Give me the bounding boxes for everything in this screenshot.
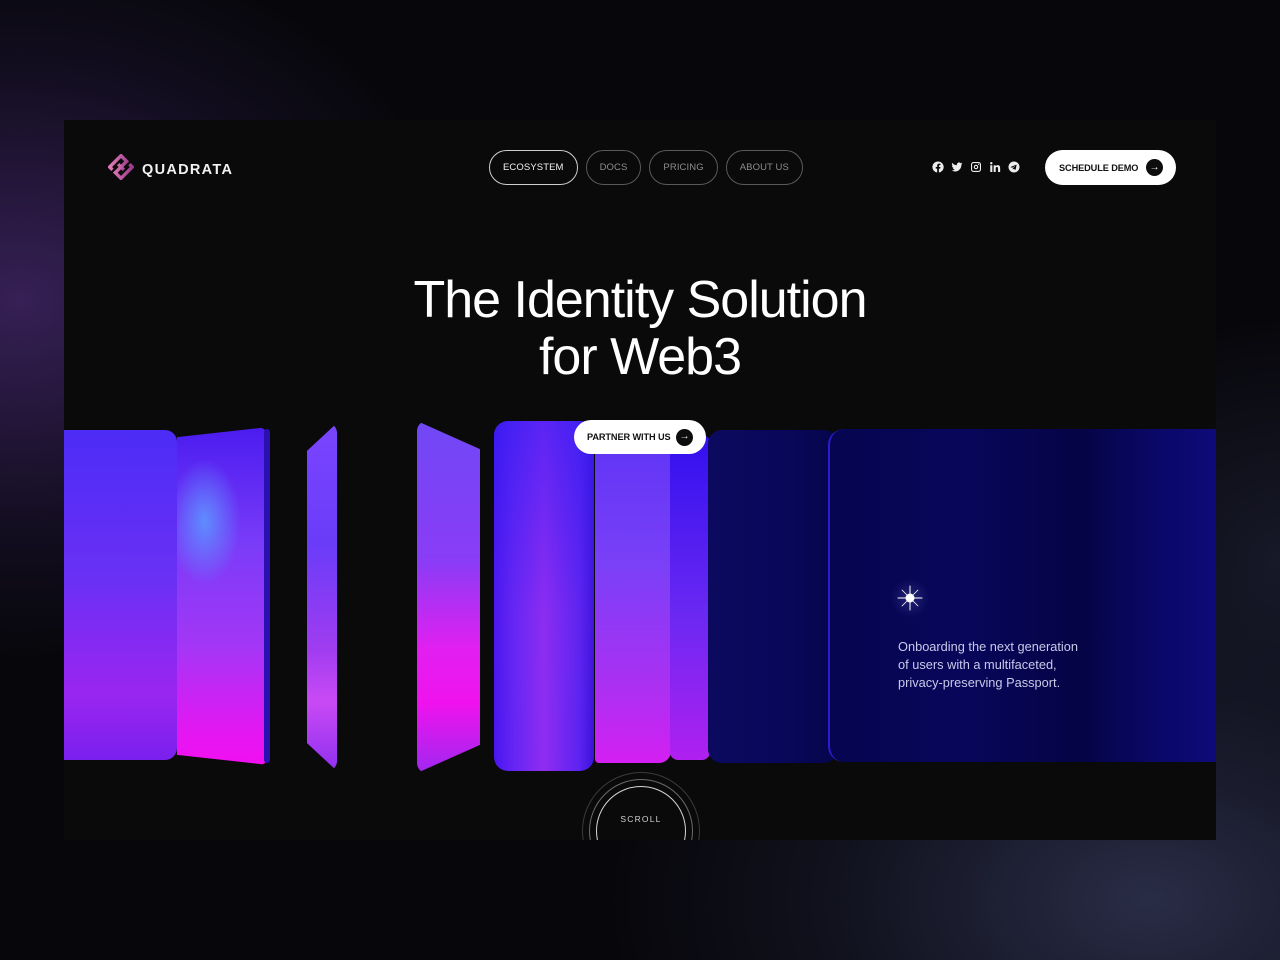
nav-about-us[interactable]: ABOUT US xyxy=(725,150,803,185)
brand-logo[interactable]: QUADRATA xyxy=(107,153,234,185)
gradient-panel xyxy=(670,435,710,760)
tagline-line: privacy-preserving Passport. xyxy=(898,675,1061,690)
nav-pricing[interactable]: PRICING xyxy=(649,150,718,185)
nav-ecosystem[interactable]: ECOSYSTEM xyxy=(489,150,578,185)
hero-visual-panels xyxy=(64,415,1216,775)
social-links xyxy=(932,160,1020,174)
main-nav: ECOSYSTEM DOCS PRICING ABOUT US xyxy=(489,150,803,185)
gradient-panel xyxy=(417,421,480,773)
headline-line-1: The Identity Solution xyxy=(413,271,867,329)
gradient-panel xyxy=(177,427,269,765)
partner-with-us-button[interactable]: PARTNER WITH US → xyxy=(574,420,706,454)
nav-docs[interactable]: DOCS xyxy=(585,150,642,185)
hero-tagline: Onboarding the next generation of users … xyxy=(898,638,1128,692)
headline-line-2: for Web3 xyxy=(538,328,742,386)
panel-highlight xyxy=(494,421,594,771)
panel-edge xyxy=(264,429,270,763)
gradient-panel xyxy=(64,430,177,760)
schedule-demo-button[interactable]: SCHEDULE DEMO → xyxy=(1045,150,1176,185)
twitter-icon[interactable] xyxy=(951,160,963,174)
arrow-right-icon: → xyxy=(676,428,693,446)
gradient-panel xyxy=(307,423,337,771)
navy-panel xyxy=(828,429,1216,762)
sparkle-icon xyxy=(890,578,930,618)
scroll-indicator[interactable]: SCROLL xyxy=(582,772,700,840)
linkedin-icon[interactable] xyxy=(989,160,1001,174)
navy-panel xyxy=(708,430,838,763)
hero-headline: The Identity Solution for Web3 xyxy=(64,272,1216,386)
gradient-panel xyxy=(595,433,671,763)
scroll-label: SCROLL xyxy=(620,814,662,824)
page-frame: QUADRATA ECOSYSTEM DOCS PRICING ABOUT US… xyxy=(64,120,1216,840)
schedule-demo-label: SCHEDULE DEMO xyxy=(1059,162,1139,173)
facebook-icon[interactable] xyxy=(932,160,944,174)
instagram-icon[interactable] xyxy=(970,160,982,174)
arrow-right-icon: → xyxy=(1146,159,1163,176)
tagline-line: of users with a multifaceted, xyxy=(898,657,1057,672)
telegram-icon[interactable] xyxy=(1008,160,1020,174)
brand-name: QUADRATA xyxy=(142,161,234,178)
tagline-line: Onboarding the next generation xyxy=(898,639,1078,654)
partner-with-us-label: PARTNER WITH US xyxy=(587,432,671,442)
quadrata-logo-icon xyxy=(107,153,135,185)
